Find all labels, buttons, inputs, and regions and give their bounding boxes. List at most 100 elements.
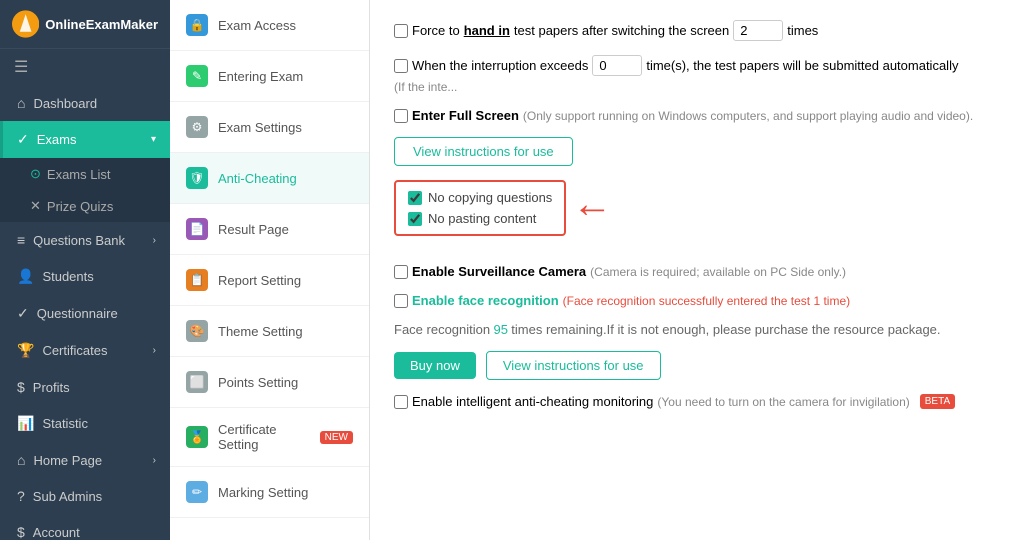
face-recognition-area: Enable face recognition (Face recognitio… xyxy=(394,293,1000,337)
nav-label-result-page: Result Page xyxy=(218,222,289,237)
view-instructions-button2[interactable]: View instructions for use xyxy=(486,351,661,380)
sidebar-item-account[interactable]: $ Account xyxy=(0,514,170,540)
intelligent-label: Enable intelligent anti-cheating monitor… xyxy=(412,394,653,409)
force-handin-bold: hand in xyxy=(464,23,510,38)
no-copy-checkbox[interactable] xyxy=(408,191,422,205)
sidebar-item-profits[interactable]: $ Profits xyxy=(0,369,170,405)
nav-item-result-page[interactable]: 📄 Result Page xyxy=(170,204,369,255)
nav-label-report-setting: Report Setting xyxy=(218,273,301,288)
sidebar-item-students[interactable]: 👤 Students xyxy=(0,258,170,295)
no-paste-checkbox[interactable] xyxy=(408,212,422,226)
interruption-checkbox[interactable] xyxy=(394,59,408,73)
sidebar-item-questions-bank[interactable]: ≡ Questions Bank › xyxy=(0,222,170,258)
no-paste-row: No pasting content xyxy=(408,211,552,226)
cross-icon: ✕ xyxy=(30,198,41,214)
nav-item-certificate-setting[interactable]: 🏅 Certificate Setting NEW xyxy=(170,408,369,467)
exams-submenu: ⊙ Exams List ✕ Prize Quizs xyxy=(0,158,170,222)
fullscreen-hint: (Only support running on Windows compute… xyxy=(523,109,973,123)
nav-item-marking-setting[interactable]: ✏ Marking Setting xyxy=(170,467,369,518)
interruption-count-input[interactable] xyxy=(592,55,642,76)
report-setting-icon: 📋 xyxy=(186,269,208,291)
home2-icon: ⌂ xyxy=(17,452,25,468)
face-desc: Face recognition 95 times remaining.If i… xyxy=(394,322,1000,337)
fullscreen-checkbox[interactable] xyxy=(394,109,408,123)
sidebar-label-exams-list: Exams List xyxy=(47,167,111,182)
sidebar-label-exams: Exams xyxy=(37,132,77,147)
theme-setting-icon: 🎨 xyxy=(186,320,208,342)
anti-cheating-area: No copying questions No pasting content … xyxy=(394,180,1000,250)
view-instructions-button[interactable]: View instructions for use xyxy=(394,137,573,166)
sidebar-label-homepage: Home Page xyxy=(33,453,102,468)
fullscreen-row: Enter Full Screen (Only support running … xyxy=(394,108,1000,123)
chevron-right-icon3: › xyxy=(153,455,156,466)
arrow-icon: ← xyxy=(572,184,612,224)
exam-settings-icon: ⚙ xyxy=(186,116,208,138)
sidebar-label-statistic: Statistic xyxy=(42,416,88,431)
nav-item-exam-settings[interactable]: ⚙ Exam Settings xyxy=(170,102,369,153)
camera-label: Enable Surveillance Camera xyxy=(412,264,586,279)
points-setting-icon: ⬜ xyxy=(186,371,208,393)
nav-item-points-setting[interactable]: ⬜ Points Setting xyxy=(170,357,369,408)
sidebar-item-dashboard[interactable]: ⌂ Dashboard xyxy=(0,85,170,121)
chevron-down-icon: ▾ xyxy=(151,134,156,145)
nav-item-exam-access[interactable]: 🔒 Exam Access xyxy=(170,0,369,51)
nav-label-theme-setting: Theme Setting xyxy=(218,324,303,339)
sidebar-item-sub-admins[interactable]: ? Sub Admins xyxy=(0,478,170,514)
action-btn-row: Buy now View instructions for use xyxy=(394,351,1000,380)
sidebar-item-exams-list[interactable]: ⊙ Exams List xyxy=(0,158,170,190)
sidebar-item-exams[interactable]: ✓ Exams ▾ xyxy=(0,121,170,158)
interruption-text2: time(s), the test papers will be submitt… xyxy=(646,58,958,73)
marking-setting-icon: ✏ xyxy=(186,481,208,503)
camera-hint: (Camera is required; available on PC Sid… xyxy=(590,265,846,279)
nav-item-theme-setting[interactable]: 🎨 Theme Setting xyxy=(170,306,369,357)
interruption-row: When the interruption exceeds time(s), t… xyxy=(394,55,1000,94)
sidebar-label-students: Students xyxy=(42,269,93,284)
chevron-right-icon2: › xyxy=(153,345,156,356)
nav-label-entering-exam: Entering Exam xyxy=(218,69,303,84)
sidebar-item-statistic[interactable]: 📊 Statistic xyxy=(0,405,170,442)
sidebar-item-prize-quizs[interactable]: ✕ Prize Quizs xyxy=(0,190,170,222)
face-checkbox[interactable] xyxy=(394,294,408,308)
sidebar-item-homepage[interactable]: ⌂ Home Page › xyxy=(0,442,170,478)
intelligent-checkbox[interactable] xyxy=(394,395,408,409)
entering-exam-icon: ✎ xyxy=(186,65,208,87)
nav-label-anti-cheating: Anti-Cheating xyxy=(218,171,297,186)
no-paste-label: No pasting content xyxy=(428,211,536,226)
intelligent-row: Enable intelligent anti-cheating monitor… xyxy=(394,394,1000,409)
nav-item-anti-cheating[interactable]: 🛡 Anti-Cheating xyxy=(170,153,369,204)
certificate-icon: 🏆 xyxy=(17,342,34,359)
sidebar-label-certificates: Certificates xyxy=(42,343,107,358)
force-handin-checkbox[interactable] xyxy=(394,24,408,38)
nav-label-points-setting: Points Setting xyxy=(218,375,298,390)
beta-badge: BETA xyxy=(920,394,955,409)
face-label: Enable face recognition xyxy=(412,293,559,308)
camera-row: Enable Surveillance Camera (Camera is re… xyxy=(394,264,1000,279)
circle-check-icon: ⊙ xyxy=(30,166,41,182)
buy-now-button[interactable]: Buy now xyxy=(394,352,476,379)
sidebar-label-account: Account xyxy=(33,525,80,540)
force-handin-text2: test papers after switching the screen xyxy=(514,23,729,38)
nav-item-report-setting[interactable]: 📋 Report Setting xyxy=(170,255,369,306)
camera-checkbox[interactable] xyxy=(394,265,408,279)
no-copy-label: No copying questions xyxy=(428,190,552,205)
force-handin-text1: Force to xyxy=(412,23,460,38)
new-badge: NEW xyxy=(320,431,353,444)
sidebar-item-questionnaire[interactable]: ✓ Questionnaire xyxy=(0,295,170,332)
account-icon: $ xyxy=(17,524,25,540)
interruption-text1: When the interruption exceeds xyxy=(412,58,588,73)
check-icon: ✓ xyxy=(17,131,29,148)
user-icon: 👤 xyxy=(17,268,34,285)
nav-item-entering-exam[interactable]: ✎ Entering Exam xyxy=(170,51,369,102)
certificate-setting-icon: 🏅 xyxy=(186,426,208,448)
interruption-hint: (If the inte... xyxy=(394,80,457,94)
anti-cheating-box: No copying questions No pasting content xyxy=(394,180,566,236)
exam-access-icon: 🔒 xyxy=(186,14,208,36)
sidebar-item-certificates[interactable]: 🏆 Certificates › xyxy=(0,332,170,369)
question-icon: ? xyxy=(17,488,25,504)
hamburger-button[interactable]: ☰ xyxy=(0,49,170,85)
fullscreen-label: Enter Full Screen xyxy=(412,108,519,123)
switch-count-input[interactable] xyxy=(733,20,783,41)
sidebar-label-questionnaire: Questionnaire xyxy=(37,306,118,321)
sidebar-label-sub-admins: Sub Admins xyxy=(33,489,102,504)
list-icon: ≡ xyxy=(17,232,25,248)
